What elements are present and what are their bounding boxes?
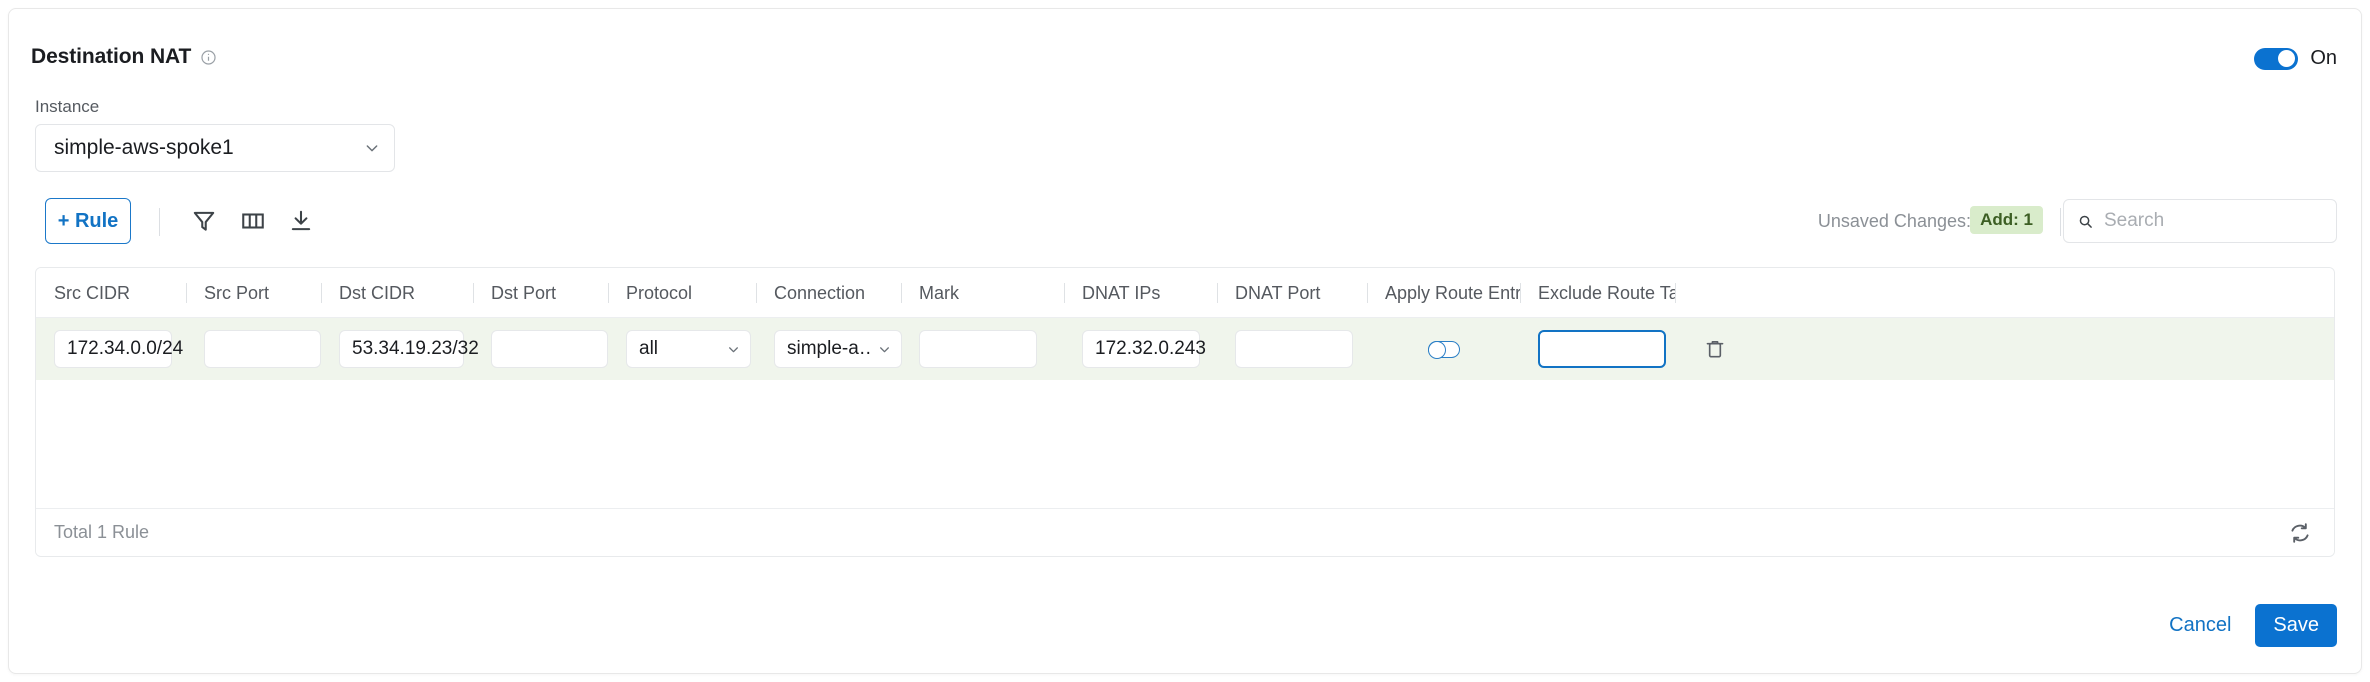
destination-nat-toggle[interactable] (2254, 47, 2299, 70)
column-header-mark[interactable]: Mark (901, 280, 1064, 306)
column-header-src-port[interactable]: Src Port (186, 280, 321, 306)
search-icon (2078, 214, 2093, 229)
total-rules-text: Total 1 Rule (54, 522, 150, 542)
exclude-route-table-input[interactable] (1538, 330, 1666, 368)
panel-header: Destination NAT On (9, 9, 2361, 70)
column-header-actions (1675, 280, 1755, 306)
nat-rules-table: Src CIDR Src Port Dst CIDR Dst Port Prot… (35, 267, 2335, 557)
table-header-row: Src CIDR Src Port Dst CIDR Dst Port Prot… (36, 268, 2334, 318)
src-cidr-input[interactable]: 172.34.0.0/24 (54, 330, 183, 368)
toolbar-divider (159, 208, 160, 236)
download-icon[interactable] (288, 208, 314, 234)
column-header-connection[interactable]: Connection (756, 280, 901, 306)
chevron-down-icon (878, 343, 891, 356)
instance-select[interactable]: simple-aws-spoke1 (35, 124, 395, 172)
column-header-exclude-route-table[interactable]: Exclude Route Table (1520, 280, 1675, 306)
filter-icon[interactable] (191, 208, 217, 234)
column-header-dnat-port[interactable]: DNAT Port (1217, 280, 1367, 306)
dnat-port-input[interactable] (1235, 330, 1353, 368)
dst-port-input[interactable] (491, 330, 608, 368)
apply-route-entry-cell (1367, 340, 1520, 359)
dnat-ips-input[interactable]: 172.32.0.243 (1082, 330, 1206, 368)
form-actions: Cancel Save (2167, 604, 2337, 647)
apply-route-entry-toggle[interactable] (1427, 340, 1460, 359)
unsaved-changes-label: Unsaved Changes: (1817, 211, 1971, 231)
connection-select-value: simple-a… (787, 338, 872, 359)
add-rule-button[interactable]: + Rule (45, 198, 131, 244)
toolbar-divider-2 (2060, 208, 2061, 236)
trash-icon[interactable] (1704, 337, 1726, 361)
search-box[interactable] (2063, 199, 2337, 243)
instance-label: Instance (35, 97, 100, 116)
connection-select[interactable]: simple-a… (774, 330, 902, 368)
column-header-src-cidr[interactable]: Src CIDR (36, 280, 186, 306)
chevron-down-icon (364, 140, 380, 156)
column-header-protocol[interactable]: Protocol (608, 280, 756, 306)
page-title-group: Destination NAT (31, 45, 217, 69)
chevron-down-icon (727, 343, 740, 356)
dst-cidr-input[interactable]: 53.34.19.23/32 (339, 330, 479, 368)
info-circle-icon[interactable] (200, 49, 217, 66)
save-button[interactable]: Save (2255, 604, 2337, 647)
src-port-input[interactable] (204, 330, 321, 368)
page-title: Destination NAT (31, 45, 192, 68)
search-input[interactable] (2102, 209, 2322, 233)
column-header-dst-cidr[interactable]: Dst CIDR (321, 280, 473, 306)
cancel-button[interactable]: Cancel (2167, 610, 2233, 641)
mark-input[interactable] (919, 330, 1037, 368)
column-header-apply-route-entry[interactable]: Apply Route Entry (1367, 280, 1520, 306)
column-header-dst-port[interactable]: Dst Port (473, 280, 608, 306)
table-row: 172.34.0.0/24 53.34.19.23/32 all simple-… (36, 318, 2334, 380)
destination-nat-toggle-group: On (2254, 47, 2337, 70)
table-toolbar: + Rule Unsaved Changes: Add: 1 (9, 194, 2361, 256)
protocol-select-value: all (639, 338, 659, 359)
destination-nat-toggle-label: On (2310, 47, 2337, 69)
instance-select-value: simple-aws-spoke1 (54, 136, 234, 159)
unsaved-add-badge: Add: 1 (1970, 206, 2043, 234)
column-header-dnat-ips[interactable]: DNAT IPs (1064, 280, 1217, 306)
refresh-icon[interactable] (2288, 521, 2312, 545)
destination-nat-panel: Destination NAT On Instance simple-aws-s… (8, 8, 2362, 674)
protocol-select[interactable]: all (626, 330, 751, 368)
table-footer: Total 1 Rule (36, 508, 2334, 556)
columns-icon[interactable] (240, 208, 266, 234)
